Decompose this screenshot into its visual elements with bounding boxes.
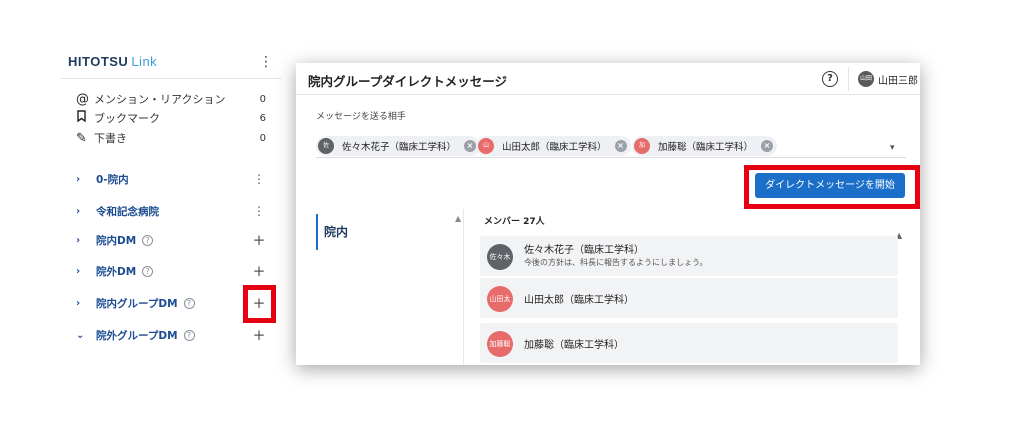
quick-item-drafts[interactable]: ✎ 下書き 0 xyxy=(76,129,266,147)
member-last-message: 今後の方針は、科長に報告するようにしましょう。 xyxy=(524,258,708,267)
quick-item-count: 6 xyxy=(259,112,266,124)
sidebar: HITOTSU Link ⋮ @ メンション・リアクション 0 ブックマーク 6 … xyxy=(60,44,282,404)
add-icon[interactable]: + xyxy=(252,231,266,249)
group-label: 院内DM xyxy=(96,234,137,247)
chevron-right-icon: › xyxy=(76,234,81,246)
recipient-chip: 佐 佐々木花子（臨床工学科） × xyxy=(316,136,481,156)
group-dm-panel: 院内グループダイレクトメッセージ ? 山田 山田三郎 メッセージを送る相手 佐 … xyxy=(296,63,920,365)
member-list-item[interactable]: 山田太 山田太郎（臨床工学科） xyxy=(480,278,898,318)
at-icon: @ xyxy=(76,91,89,107)
avatar: 加藤聡 xyxy=(487,331,513,357)
avatar: 佐々木 xyxy=(487,244,513,270)
sidebar-group-ingai-group-dm[interactable]: ⌄ 院外グループDM ? + xyxy=(76,325,266,345)
sidebar-divider xyxy=(60,78,282,79)
sidebar-group-ingai-dm[interactable]: › 院外DM ? + xyxy=(76,261,266,281)
remove-recipient-icon[interactable]: × xyxy=(464,140,477,152)
sidebar-group-reiwa-hospital[interactable]: › 令和記念病院 ⋮ xyxy=(76,201,266,221)
chevron-right-icon: › xyxy=(76,173,81,185)
scroll-up-icon[interactable]: ▲ xyxy=(455,214,461,223)
list-divider xyxy=(463,209,464,365)
quick-item-label: 下書き xyxy=(94,132,127,145)
quick-item-count: 0 xyxy=(259,132,266,144)
sidebar-group-0-innai[interactable]: › 0-院内 ⋮ xyxy=(76,169,266,189)
page-title: 院内グループダイレクトメッセージ xyxy=(308,74,508,89)
help-icon[interactable]: ? xyxy=(822,71,838,87)
recipient-name: 山田太郎（臨床工学科） xyxy=(502,142,607,153)
highlight-add-group-dm xyxy=(243,285,276,323)
avatar: 佐 xyxy=(318,138,334,154)
member-name: 加藤聡（臨床工学科） xyxy=(524,340,624,351)
recipient-name: 佐々木花子（臨床工学科） xyxy=(342,142,457,153)
avatar[interactable]: 山田 xyxy=(858,71,874,87)
quick-item-mentions[interactable]: @ メンション・リアクション 0 xyxy=(76,90,266,108)
remove-recipient-icon[interactable]: × xyxy=(614,140,627,152)
remove-recipient-icon[interactable]: × xyxy=(761,140,774,152)
member-list-item[interactable]: 佐々木 佐々木花子（臨床工学科） 今後の方針は、科長に報告するようにしましょう。 xyxy=(480,236,898,276)
panel-header: 院内グループダイレクトメッセージ ? 山田 山田三郎 xyxy=(296,63,920,95)
pencil-icon: ✎ xyxy=(76,130,87,146)
app-logo: HITOTSU Link xyxy=(68,54,158,69)
avatar: 加 xyxy=(634,138,650,154)
help-icon[interactable]: ? xyxy=(183,297,195,309)
bookmark-icon xyxy=(76,110,94,126)
group-kebab-icon[interactable]: ⋮ xyxy=(252,204,266,218)
add-icon[interactable]: + xyxy=(252,262,266,280)
help-icon[interactable]: ? xyxy=(142,265,154,277)
avatar: 山 xyxy=(478,138,494,154)
header-divider xyxy=(848,67,849,91)
quick-item-label: ブックマーク xyxy=(94,112,160,125)
recipient-chip: 山 山田太郎（臨床工学科） × xyxy=(476,136,631,156)
group-label: 令和記念病院 xyxy=(96,205,159,218)
highlight-start-button xyxy=(744,165,920,209)
recipients-label: メッセージを送る相手 xyxy=(316,112,406,122)
add-icon[interactable]: + xyxy=(252,326,266,344)
recipient-name: 加藤聡（臨床工学科） xyxy=(658,142,754,153)
chevron-down-icon: ⌄ xyxy=(76,329,85,341)
members-count: メンバー 27人 xyxy=(484,217,545,227)
help-icon[interactable]: ? xyxy=(142,234,154,246)
quick-item-label: メンション・リアクション xyxy=(94,93,226,106)
member-name: 佐々木花子（臨床工学科） xyxy=(524,245,644,256)
tab-innai[interactable]: 院内 xyxy=(316,214,348,250)
group-label: 院内グループDM xyxy=(96,297,178,310)
chevron-down-icon[interactable]: ▾ xyxy=(890,143,895,153)
chevron-right-icon: › xyxy=(76,265,81,277)
sidebar-group-innai-dm[interactable]: › 院内DM ? + xyxy=(76,230,266,250)
member-name: 山田太郎（臨床工学科） xyxy=(524,295,634,306)
chevron-right-icon: › xyxy=(76,205,81,217)
sidebar-menu-kebab-icon[interactable]: ⋮ xyxy=(259,54,273,70)
sidebar-group-innai-group-dm[interactable]: › 院内グループDM ? + xyxy=(76,293,266,313)
current-user-name[interactable]: 山田三郎 xyxy=(878,72,918,87)
group-label: 0-院内 xyxy=(96,173,129,186)
group-label: 院外DM xyxy=(96,265,137,278)
chevron-right-icon: › xyxy=(76,297,81,309)
member-list-item[interactable]: 加藤聡 加藤聡（臨床工学科） xyxy=(480,323,898,363)
recipients-input[interactable]: 佐 佐々木花子（臨床工学科） × 山 山田太郎（臨床工学科） × 加 加藤聡（臨… xyxy=(316,136,906,158)
group-label: 院外グループDM xyxy=(96,329,178,342)
quick-item-bookmarks[interactable]: ブックマーク 6 xyxy=(76,109,266,127)
recipient-chip: 加 加藤聡（臨床工学科） × xyxy=(632,136,778,156)
help-icon[interactable]: ? xyxy=(183,329,195,341)
quick-item-count: 0 xyxy=(259,93,266,105)
avatar: 山田太 xyxy=(487,286,513,312)
group-kebab-icon[interactable]: ⋮ xyxy=(252,172,266,186)
